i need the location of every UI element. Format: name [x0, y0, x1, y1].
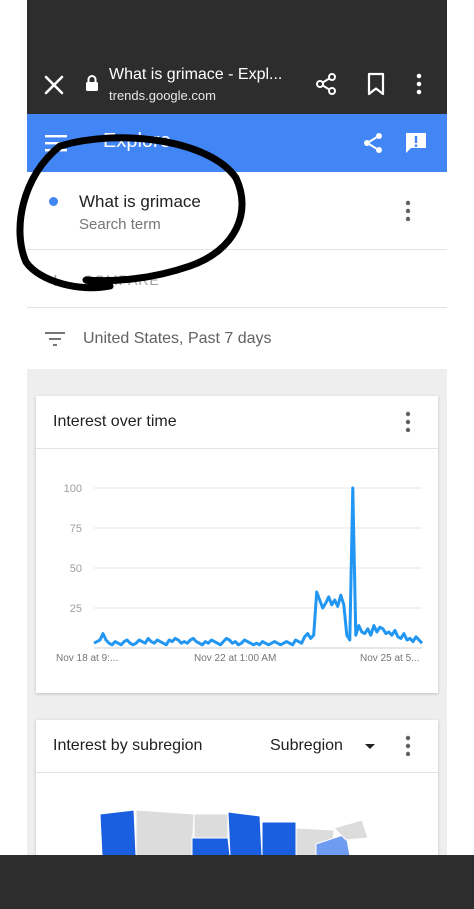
interest-chart: 100 75 50 25 Nov 18 at 9:... Nov 22 at 1:00 … — [56, 483, 424, 664]
dropdown-arrow-icon[interactable] — [364, 743, 376, 751]
app-bar: Explore — [27, 114, 447, 172]
browser-toolbar: What is grimace - Expl... trends.google.… — [27, 60, 447, 114]
filter-icon — [45, 332, 65, 346]
bookmark-icon[interactable] — [365, 72, 387, 96]
x-tick-label: Nov 18 at 9:... — [56, 653, 118, 664]
map-region — [227, 811, 263, 857]
map-region — [261, 821, 297, 857]
subregion-dropdown-value[interactable]: Subregion — [270, 737, 343, 755]
more-vert-icon[interactable] — [413, 72, 425, 96]
left-border — [0, 0, 27, 909]
filter-summary: United States, Past 7 days — [83, 330, 272, 347]
y-tick-label: 75 — [70, 523, 82, 535]
x-tick-label: Nov 25 at 5... — [360, 653, 419, 664]
share-icon[interactable] — [314, 72, 338, 96]
results-area: Interest over time 100 75 50 25 Nov 18 at 9… — [27, 369, 447, 860]
map-region — [193, 813, 229, 839]
series-color-dot — [49, 197, 58, 206]
series-line — [93, 486, 424, 647]
search-term-label: Search term — [79, 216, 161, 233]
chart-y-ticks: 100 75 50 25 — [64, 483, 82, 615]
more-vert-icon[interactable] — [403, 735, 413, 757]
card-title: Interest over time — [53, 413, 177, 430]
lock-icon — [86, 75, 98, 91]
y-tick-label: 25 — [70, 603, 82, 615]
compare-row[interactable]: + COMPARE — [27, 250, 447, 308]
search-term-row[interactable]: What is grimace Search term — [27, 172, 447, 250]
page-url: trends.google.com — [109, 88, 216, 103]
browser-content: What is grimace - Expl... trends.google.… — [27, 0, 447, 909]
more-vert-icon[interactable] — [403, 411, 413, 433]
close-icon[interactable] — [41, 72, 67, 98]
filter-row[interactable]: United States, Past 7 days — [27, 309, 447, 369]
more-vert-icon[interactable] — [403, 200, 413, 222]
app-title: Explore — [103, 130, 171, 152]
page-title: What is grimace - Expl... — [109, 66, 283, 83]
x-tick-label: Nov 22 at 1:00 AM — [194, 653, 276, 664]
y-tick-label: 100 — [64, 483, 82, 495]
screen: What is grimace - Expl... trends.google.… — [0, 0, 474, 909]
search-term-name: What is grimace — [79, 192, 201, 211]
chart-grid — [94, 487, 422, 649]
compare-label: COMPARE — [83, 272, 160, 288]
share-icon[interactable] — [361, 131, 385, 155]
card-title: Interest by subregion — [53, 737, 203, 754]
menu-icon[interactable] — [45, 134, 67, 152]
y-tick-label: 50 — [70, 563, 82, 575]
interest-over-time-card: Interest over time 100 75 50 25 Nov 18 at 9… — [36, 396, 438, 693]
navigation-bar — [0, 855, 474, 909]
feedback-icon[interactable] — [403, 130, 429, 156]
map-region — [191, 837, 231, 857]
map-region — [99, 809, 137, 857]
interest-by-subregion-card: Interest by subregion Subregion — [36, 720, 438, 860]
add-icon: + — [49, 268, 62, 293]
right-border — [447, 0, 474, 909]
us-map — [99, 809, 369, 857]
chart-x-ticks: Nov 18 at 9:... Nov 22 at 1:00 AM Nov 25 a… — [56, 653, 419, 664]
map-region — [135, 809, 195, 857]
divider — [36, 772, 438, 773]
